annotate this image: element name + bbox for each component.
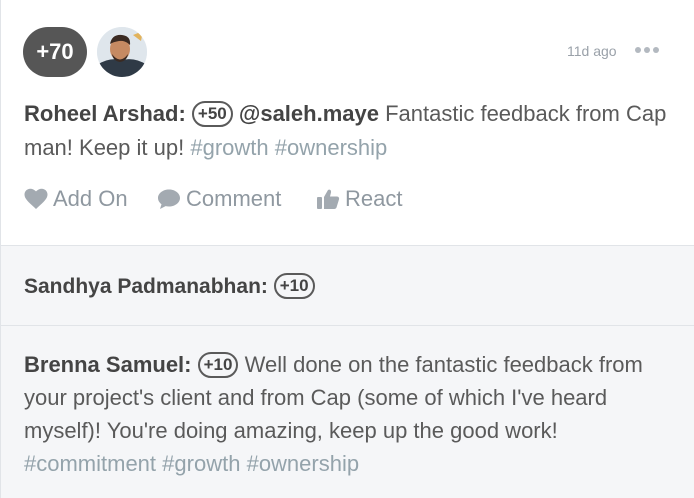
addon-item: Sandhya Padmanabhan: +10 [1, 246, 694, 326]
react-button[interactable]: React [316, 186, 402, 212]
add-on-button[interactable]: Add On [24, 186, 157, 212]
addon-points-badge: +10 [273, 273, 315, 299]
hashtag-link[interactable]: #ownership [275, 135, 388, 160]
post-message: Roheel Arshad: +50 @saleh.maye Fantastic… [24, 97, 674, 165]
react-label: React [345, 186, 403, 211]
post-header: +70 11d ago Roheel Arshad: +50 @saleh.ma… [1, 0, 694, 246]
avatar[interactable] [97, 27, 147, 77]
addon-points-badge: +10 [197, 352, 239, 378]
comment-button[interactable]: Comment [157, 186, 316, 212]
avatar-image [97, 27, 147, 77]
recognition-card: +70 11d ago Roheel Arshad: +50 @saleh.ma… [0, 0, 694, 498]
heart-icon [24, 188, 48, 209]
hashtag-link[interactable]: #growth [162, 451, 240, 476]
more-dots-icon[interactable] [635, 47, 659, 53]
addon-author-name[interactable]: Brenna Samuel: [24, 352, 192, 377]
mention-link[interactable]: @saleh.maye [239, 101, 379, 126]
points-total-badge: +70 [23, 27, 87, 77]
hashtag-link[interactable]: #ownership [247, 451, 360, 476]
action-bar: Add On Comment React [24, 186, 402, 212]
points-badge: +50 [191, 101, 233, 127]
addon-item: Brenna Samuel: +10 Well done on the fant… [1, 326, 694, 498]
comment-label: Comment [186, 186, 282, 211]
hashtag-link[interactable]: #commitment [24, 451, 156, 476]
hashtag-link[interactable]: #growth [190, 135, 268, 160]
thumbs-up-icon [317, 189, 340, 209]
add-on-label: Add On [53, 186, 128, 211]
author-name[interactable]: Roheel Arshad: [24, 101, 186, 126]
speech-bubble-icon [158, 189, 180, 209]
post-timestamp: 11d ago [567, 43, 617, 59]
addon-author-name[interactable]: Sandhya Padmanabhan: [24, 275, 268, 298]
